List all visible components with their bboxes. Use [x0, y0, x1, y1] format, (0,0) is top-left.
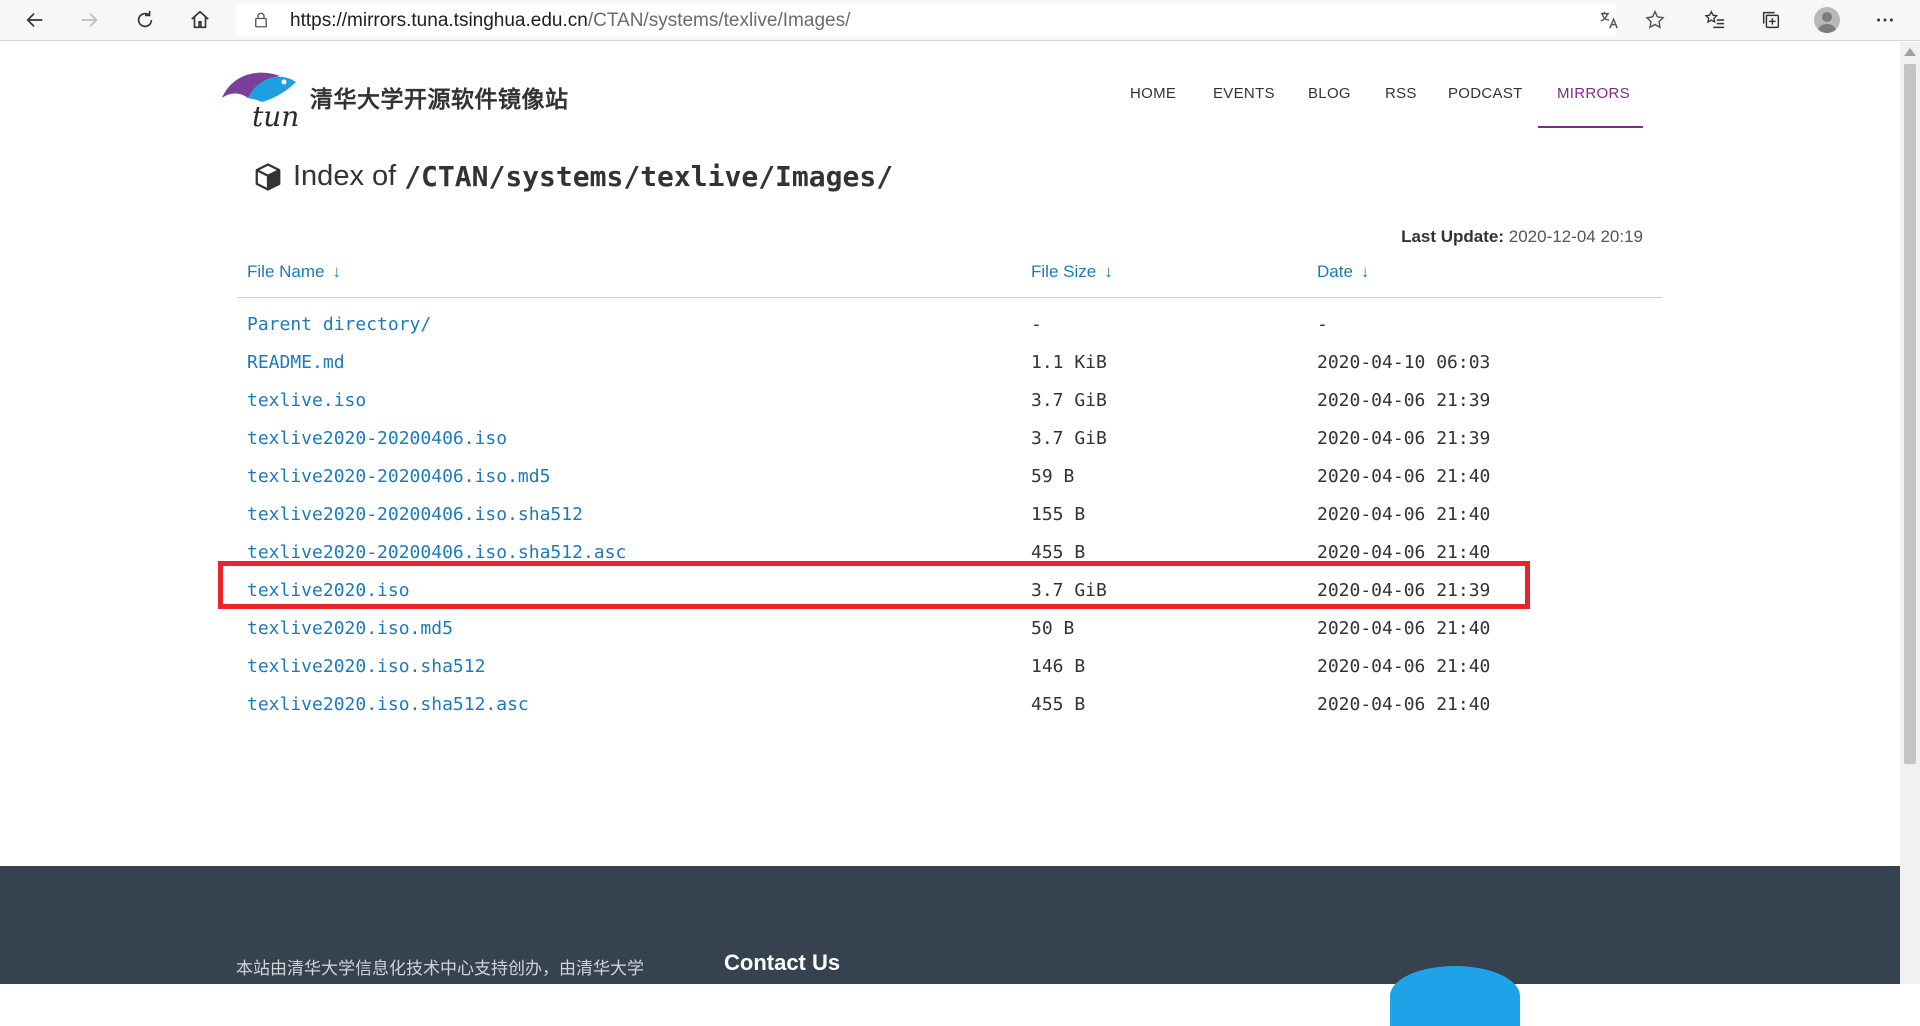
table-row: texlive.iso 3.7 GiB 2020-04-06 21:39	[237, 382, 1662, 420]
nav-rss[interactable]: RSS	[1385, 85, 1417, 102]
file-date: 2020-04-06 21:40	[1317, 504, 1491, 525]
back-button[interactable]	[20, 5, 50, 35]
nav-events[interactable]: EVENTS	[1213, 85, 1275, 102]
file-link[interactable]: texlive2020.iso.sha512.asc	[247, 694, 529, 715]
arrow-right-icon	[81, 12, 98, 28]
refresh-button[interactable]	[130, 5, 160, 35]
package-box-icon	[255, 162, 281, 191]
lock-icon	[255, 12, 267, 28]
file-link[interactable]: README.md	[247, 352, 345, 373]
scroll-thumb[interactable]	[1904, 64, 1916, 764]
highlight-annotation	[218, 561, 1530, 609]
favorites-list-icon	[1704, 10, 1725, 29]
more-menu-button[interactable]	[1870, 5, 1900, 35]
table-row: texlive2020.iso.md5 50 B 2020-04-06 21:40	[237, 610, 1662, 648]
sort-arrow-down-icon: ↓	[1360, 262, 1370, 281]
file-date: 2020-04-06 21:39	[1317, 390, 1491, 411]
home-button[interactable]	[185, 5, 215, 35]
file-size: 455 B	[1031, 542, 1086, 563]
column-date-label: Date	[1317, 262, 1353, 281]
refresh-icon	[137, 10, 153, 28]
title-path: /CTAN/systems/texlive/Images/	[404, 160, 894, 193]
page-scrollbar[interactable]	[1900, 42, 1920, 984]
file-table-header: File Name ↓ File Size ↓ Date ↓	[237, 258, 1662, 298]
home-icon	[191, 10, 209, 29]
sort-by-name[interactable]: File Name ↓	[247, 262, 341, 282]
file-size: 3.7 GiB	[1031, 390, 1107, 411]
table-row: texlive2020.iso.sha512 146 B 2020-04-06 21…	[237, 648, 1662, 686]
file-size: -	[1031, 314, 1042, 335]
sort-arrow-down-icon: ↓	[332, 262, 341, 281]
file-size: 59 B	[1031, 466, 1075, 487]
translate-button[interactable]	[1594, 5, 1624, 35]
last-update: Last Update: 2020-12-04 20:19	[1401, 227, 1643, 247]
table-row: texlive2020-20200406.iso.md5 59 B 2020-04-…	[237, 458, 1662, 496]
url-host: https://mirrors.tuna.tsinghua.edu.cn	[290, 10, 588, 31]
sort-by-date[interactable]: Date ↓	[1317, 262, 1369, 282]
address-bar[interactable]: https://mirrors.tuna.tsinghua.edu.cn/CTA…	[236, 3, 1616, 37]
file-size: 455 B	[1031, 694, 1086, 715]
nav-blog[interactable]: BLOG	[1308, 85, 1351, 102]
table-row: texlive2020.iso.sha512.asc 455 B 2020-04-0…	[237, 686, 1662, 724]
file-date: 2020-04-06 21:40	[1317, 694, 1491, 715]
file-size: 155 B	[1031, 504, 1086, 525]
nav-podcast[interactable]: PODCAST	[1448, 85, 1523, 102]
url-path: /CTAN/systems/texlive/Images/	[587, 10, 851, 31]
last-update-label: Last Update:	[1401, 227, 1505, 246]
nav-home[interactable]: HOME	[1130, 85, 1176, 102]
url-text: https://mirrors.tuna.tsinghua.edu.cn/CTA…	[290, 10, 850, 32]
browser-toolbar: https://mirrors.tuna.tsinghua.edu.cn/CTA…	[0, 0, 1920, 41]
file-link[interactable]: texlive2020.iso.sha512	[247, 656, 485, 677]
collections-icon	[1762, 11, 1780, 29]
main-nav: HOME EVENTS BLOG RSS PODCAST MIRRORS	[0, 42, 1900, 128]
file-size: 3.7 GiB	[1031, 428, 1107, 449]
profile-button[interactable]	[1812, 5, 1842, 35]
title-prefix: Index of	[293, 160, 397, 192]
file-link[interactable]: texlive2020-20200406.iso.sha512	[247, 504, 583, 525]
table-row: texlive2020-20200406.iso 3.7 GiB 2020-04-0…	[237, 420, 1662, 458]
site-header: tuna 清华大学开源软件镜像站 HOME EVENTS BLOG RSS PO…	[0, 42, 1900, 152]
file-size: 50 B	[1031, 618, 1075, 639]
column-name-label: File Name	[247, 262, 325, 281]
star-icon	[1645, 10, 1665, 29]
scroll-up-arrow-icon[interactable]	[1904, 48, 1916, 56]
nav-mirrors[interactable]: MIRRORS	[1557, 85, 1630, 102]
file-date: 2020-04-06 21:40	[1317, 656, 1491, 677]
file-link[interactable]: texlive.iso	[247, 390, 366, 411]
site-footer: 本站由清华大学信息化技术中心支持创办，由清华大学 Contact Us	[0, 866, 1900, 1026]
file-date: -	[1317, 314, 1328, 335]
translate-icon	[1600, 11, 1618, 29]
file-link[interactable]: texlive2020.iso.md5	[247, 618, 453, 639]
table-row: Parent directory/ - -	[237, 306, 1662, 344]
file-date: 2020-04-06 21:40	[1317, 542, 1491, 563]
file-link[interactable]: texlive2020-20200406.iso.sha512.asc	[247, 542, 626, 563]
collections-button[interactable]	[1756, 5, 1786, 35]
favorites-button[interactable]	[1700, 5, 1730, 35]
file-link[interactable]: texlive2020-20200406.iso	[247, 428, 507, 449]
file-link[interactable]: texlive2020-20200406.iso.md5	[247, 466, 550, 487]
file-size: 146 B	[1031, 656, 1086, 677]
file-size: 1.1 KiB	[1031, 352, 1107, 373]
favorite-button[interactable]	[1640, 5, 1670, 35]
sort-by-size[interactable]: File Size ↓	[1031, 262, 1113, 282]
table-row: README.md 1.1 KiB 2020-04-10 06:03	[237, 344, 1662, 382]
last-update-value: 2020-12-04 20:19	[1508, 227, 1643, 246]
footer-text: 本站由清华大学信息化技术中心支持创办，由清华大学	[236, 959, 644, 979]
page-title: Index of /CTAN/systems/texlive/Images/	[253, 160, 893, 193]
active-nav-indicator	[1538, 126, 1643, 128]
file-link[interactable]: Parent directory/	[247, 314, 431, 335]
forward-button[interactable]	[74, 5, 104, 35]
avatar	[1814, 7, 1840, 33]
file-date: 2020-04-06 21:39	[1317, 428, 1491, 449]
footer-logo-shape	[1390, 966, 1520, 1026]
more-icon	[1877, 18, 1893, 22]
table-row: texlive2020-20200406.iso.sha512 155 B 2020…	[237, 496, 1662, 534]
contact-us-heading: Contact Us	[724, 950, 841, 975]
file-date: 2020-04-10 06:03	[1317, 352, 1491, 373]
file-date: 2020-04-06 21:40	[1317, 618, 1491, 639]
file-date: 2020-04-06 21:40	[1317, 466, 1491, 487]
sort-arrow-down-icon: ↓	[1104, 262, 1113, 281]
column-size-label: File Size	[1031, 262, 1097, 281]
arrow-left-icon	[26, 12, 43, 28]
